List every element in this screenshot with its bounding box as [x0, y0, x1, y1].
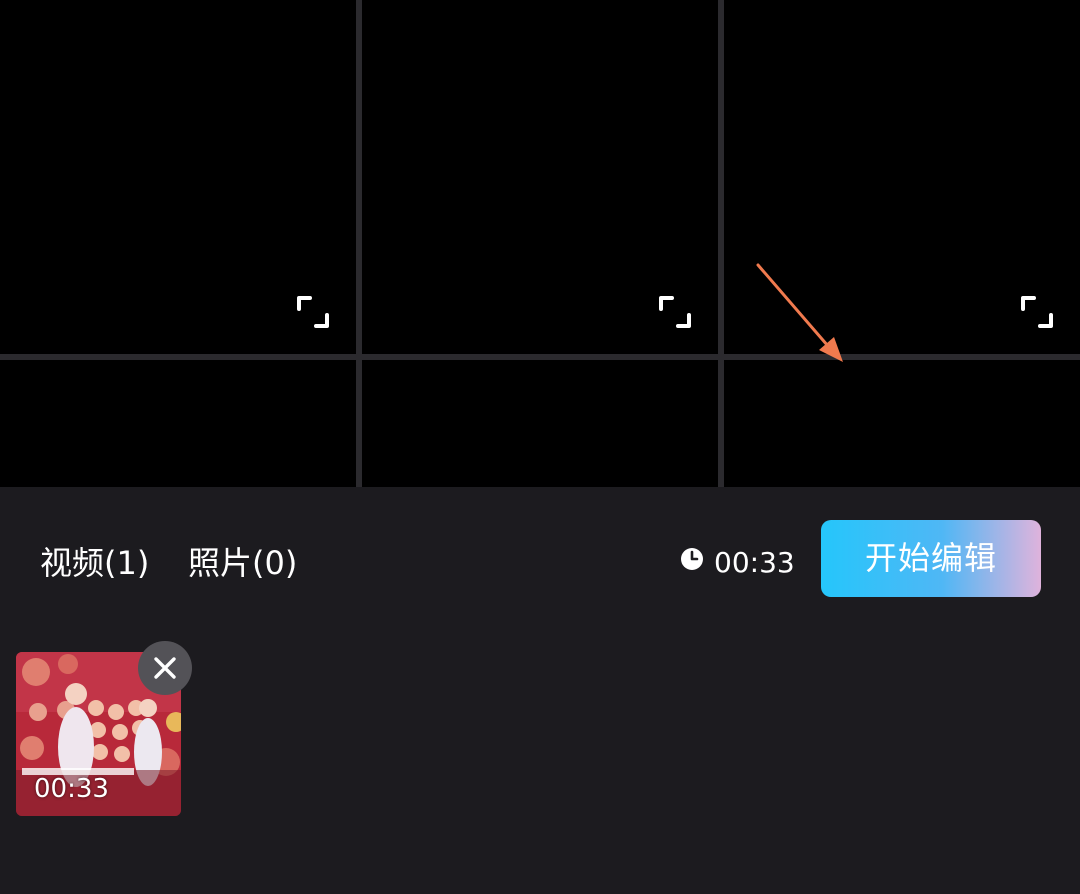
tab-video[interactable]: 视频(1) — [40, 539, 149, 587]
media-cell[interactable] — [362, 360, 718, 487]
expand-icon[interactable] — [296, 295, 330, 329]
media-cell[interactable] — [362, 0, 718, 354]
clock-icon — [680, 547, 704, 571]
media-cell[interactable] — [724, 0, 1080, 354]
media-cell[interactable] — [724, 360, 1080, 487]
media-cell[interactable] — [0, 0, 356, 354]
media-grid — [0, 0, 1080, 487]
expand-icon[interactable] — [658, 295, 692, 329]
clip-duration: 00:33 — [34, 774, 109, 804]
media-cell[interactable] — [0, 360, 356, 487]
remove-clip-button[interactable] — [138, 641, 192, 695]
total-duration: 00:33 — [714, 546, 795, 579]
close-icon — [154, 657, 176, 679]
selection-panel: 视频(1) 照片(0) 00:33 开始编辑 00:33 — [0, 487, 1080, 894]
start-edit-button[interactable]: 开始编辑 — [821, 520, 1041, 597]
tab-photo[interactable]: 照片(0) — [188, 539, 297, 587]
expand-icon[interactable] — [1020, 295, 1054, 329]
